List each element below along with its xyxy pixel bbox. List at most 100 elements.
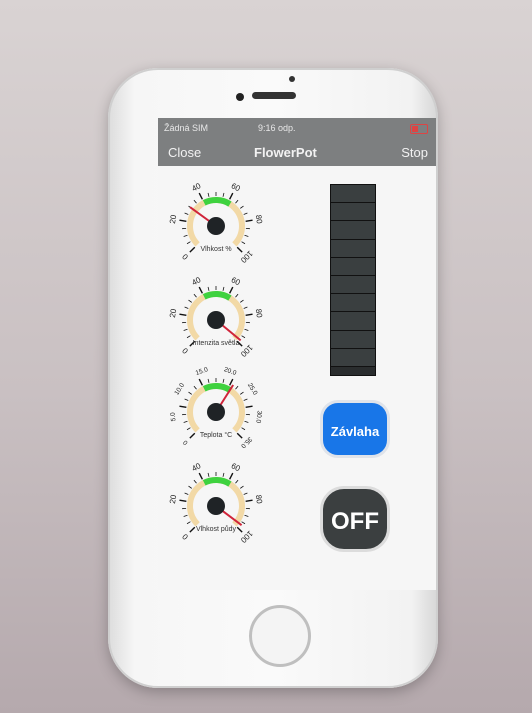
gauge-hub xyxy=(207,311,225,329)
water-level-bar xyxy=(330,184,376,376)
gauge-temperature: 0 5.0 10.0 15.0 20.0 25.0 30.0 35.0 Teplota °C xyxy=(166,358,266,454)
carrier-label: Žádná SIM xyxy=(164,123,209,133)
home-button[interactable] xyxy=(249,605,311,667)
gauge-tick xyxy=(241,521,246,525)
gauge-tick xyxy=(228,286,234,294)
gauge-tick xyxy=(207,192,210,197)
gauge-tick xyxy=(235,385,239,390)
gauge-tick-label: 0 xyxy=(180,346,190,356)
close-button[interactable]: Close xyxy=(168,145,201,160)
gauge-tick xyxy=(244,420,249,423)
gauge-tick xyxy=(184,398,189,401)
gauge-tick-label: 40 xyxy=(190,461,203,473)
gauge-tick xyxy=(188,485,192,489)
gauge-label: Vlhkost půdy xyxy=(195,526,237,533)
gauge-tick xyxy=(184,306,189,309)
gauge-tick xyxy=(245,405,253,408)
gauge-label: Teplota °C xyxy=(199,432,233,439)
gauge-hub xyxy=(207,497,225,515)
gauge-tick-label: 0 xyxy=(182,438,190,446)
gauge-tick xyxy=(235,199,239,204)
gauge-tick xyxy=(207,378,210,383)
sensor-dot xyxy=(236,93,244,101)
gauge-tick-label: 20 xyxy=(168,214,178,225)
gauge-tick xyxy=(243,398,248,401)
gauge-tick xyxy=(198,192,204,200)
gauge-tick xyxy=(244,328,249,331)
gauge-tick-label: 40 xyxy=(190,181,203,193)
gauge-tick-label: 20 xyxy=(168,308,178,319)
gauge-tick xyxy=(179,405,187,408)
gauge-tick-label: 0 xyxy=(180,252,190,262)
gauge-tick xyxy=(186,241,191,245)
gauge-tick xyxy=(198,472,204,480)
level-cell xyxy=(331,312,375,331)
navigation-bar: Close FlowerPot Stop xyxy=(158,140,436,166)
battery-icon xyxy=(410,124,428,134)
gauge-hub xyxy=(207,403,225,421)
gauge-light-intensity: 0 20 40 60 80 100 Intenzita světla xyxy=(166,266,266,362)
gauge-air-humidity: 0 20 40 60 80 100 Vlhkost % xyxy=(166,172,266,268)
status-time: 9:16 odp. xyxy=(258,123,296,133)
gauge-good-zone xyxy=(202,197,232,207)
gauge-tick-label: 60 xyxy=(230,275,243,287)
gauge-tick xyxy=(186,521,191,525)
gauge-tick xyxy=(245,219,253,222)
gauge-tick xyxy=(179,313,187,316)
gauge-tick xyxy=(222,192,225,197)
gauge-label: Intenzita světla xyxy=(192,340,240,347)
level-cell xyxy=(331,275,375,295)
gauge-tick xyxy=(193,293,197,298)
gauge-tick xyxy=(183,234,188,237)
gauge-tick xyxy=(243,492,248,495)
level-cell xyxy=(331,185,375,204)
gauge-tick xyxy=(198,286,204,294)
level-cell xyxy=(331,348,375,367)
gauge-tick xyxy=(188,299,192,303)
gauge-tick-label: 60 xyxy=(230,181,243,193)
gauge-tick xyxy=(188,391,192,395)
irrigation-button[interactable]: Závlaha xyxy=(320,400,390,458)
level-cell xyxy=(331,239,375,258)
off-button[interactable]: OFF xyxy=(320,486,390,552)
gauge-tick xyxy=(186,427,191,431)
gauge-tick-label: 60 xyxy=(230,461,243,473)
gauge-tick-label: 80 xyxy=(254,308,264,319)
gauge-label: Vlhkost % xyxy=(200,246,232,253)
gauge-tick-label: 10.0 xyxy=(173,382,186,397)
gauge-tick xyxy=(184,492,189,495)
gauge-tick xyxy=(245,499,253,502)
status-bar: Žádná SIM 9:16 odp. xyxy=(158,118,436,140)
gauge-tick xyxy=(235,293,239,298)
gauge-tick xyxy=(186,335,191,339)
gauge-tick-label: 80 xyxy=(254,214,264,225)
phone-screen: Žádná SIM 9:16 odp. Close FlowerPot Stop… xyxy=(158,118,436,590)
gauge-tick xyxy=(240,205,244,209)
gauge-tick xyxy=(184,212,189,215)
front-camera xyxy=(289,76,295,82)
gauge-tick xyxy=(207,472,210,477)
gauge-soil-humidity: 0 20 40 60 80 100 Vlhkost půdy xyxy=(166,452,266,548)
gauge-tick xyxy=(193,385,197,390)
gauge-tick-label: 20 xyxy=(168,494,178,505)
gauge-tick xyxy=(241,335,246,339)
gauge-hub xyxy=(207,217,225,235)
gauge-tick xyxy=(198,378,204,386)
level-cell xyxy=(331,203,375,222)
earpiece-speaker xyxy=(252,92,296,99)
main-content: 0 20 40 60 80 100 Vlhkost % 0 20 40 60 80 100 Inte… xyxy=(158,166,436,590)
gauge-tick-label: 0 xyxy=(180,532,190,542)
level-cell xyxy=(331,330,375,349)
gauge-tick xyxy=(222,472,225,477)
gauge-tick xyxy=(241,241,246,245)
gauge-tick xyxy=(240,485,244,489)
gauge-tick xyxy=(207,286,210,291)
gauge-tick xyxy=(228,192,234,200)
stop-button[interactable]: Stop xyxy=(401,145,428,160)
gauge-tick-label: 40 xyxy=(190,275,203,287)
level-cell xyxy=(331,257,375,276)
gauge-tick xyxy=(241,427,246,431)
gauge-tick-label: 30.0 xyxy=(254,410,262,424)
level-cell xyxy=(331,294,375,313)
level-cell xyxy=(331,221,375,240)
